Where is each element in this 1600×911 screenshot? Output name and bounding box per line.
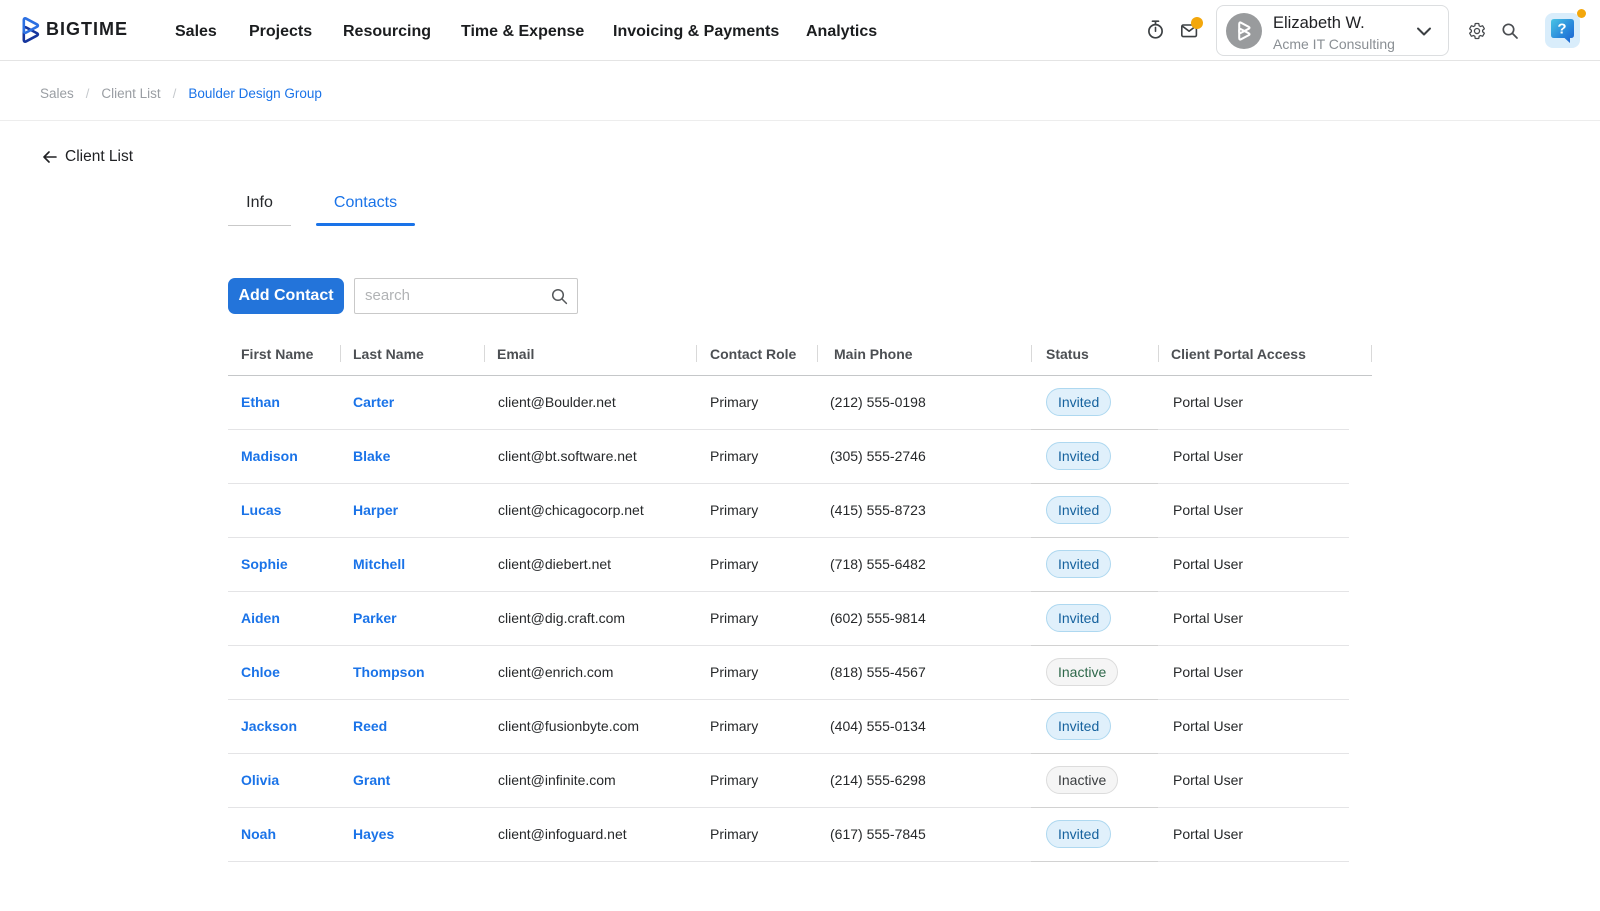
svg-text:?: ? [1557,21,1566,38]
